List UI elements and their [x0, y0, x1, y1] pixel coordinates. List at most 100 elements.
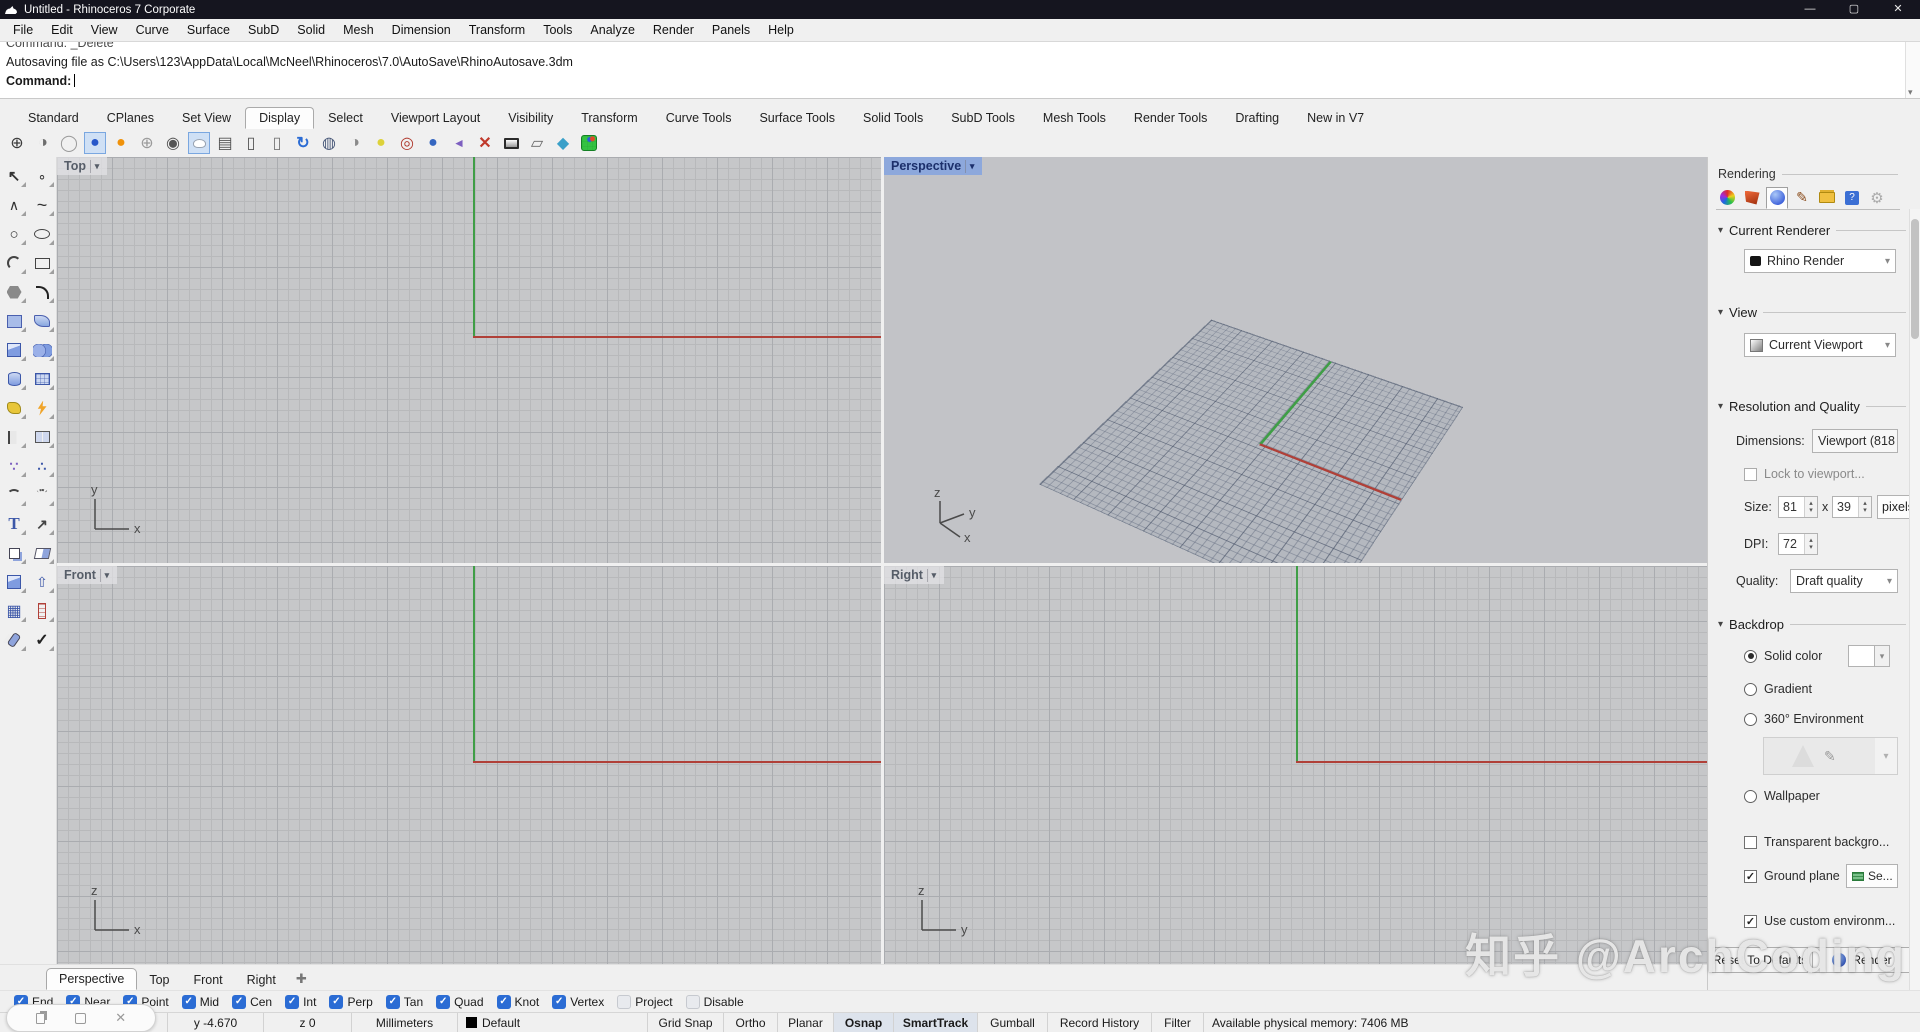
dpi-spinner[interactable]: 72	[1778, 533, 1818, 555]
tab-new-in-v7[interactable]: New in V7	[1293, 107, 1378, 129]
cylinder-icon[interactable]	[2, 368, 26, 390]
toggle-gumball[interactable]: Gumball	[978, 1013, 1048, 1032]
dimensions-dropdown[interactable]: Viewport (818	[1812, 429, 1898, 453]
add-viewport-tab-icon[interactable]: ✚	[288, 968, 315, 990]
explode-icon[interactable]	[2, 397, 26, 419]
polyline-icon[interactable]	[2, 194, 26, 216]
close-button[interactable]: ✕	[1876, 0, 1920, 19]
transparent-background-checkbox[interactable]	[1744, 835, 1757, 849]
viewport-tab-front[interactable]: Front	[181, 970, 234, 990]
surface-grid-icon[interactable]	[30, 368, 54, 390]
environment-360-row[interactable]: 360° Environment	[1744, 712, 1864, 726]
toggle-ortho[interactable]: Ortho	[724, 1013, 778, 1032]
point-cloud-icon[interactable]	[2, 455, 26, 477]
transparent-background-row[interactable]: Transparent backgro...	[1744, 835, 1906, 849]
checkbox-checked-icon[interactable]	[385, 994, 400, 1009]
viewport-tab-top[interactable]: Top	[137, 970, 181, 990]
viewport-right-label[interactable]: Right	[884, 566, 944, 584]
quality-dropdown[interactable]: Draft quality	[1790, 569, 1898, 593]
size-width-spinner[interactable]: 81	[1778, 496, 1818, 518]
wireframe-viewport-icon[interactable]	[6, 132, 28, 154]
menu-subd[interactable]: SubD	[239, 21, 288, 39]
loft-surface-icon[interactable]	[30, 310, 54, 332]
camera-show-icon[interactable]	[448, 132, 470, 154]
ambient-occlusion-icon[interactable]	[370, 132, 392, 154]
menu-surface[interactable]: Surface	[178, 21, 239, 39]
tab-select[interactable]: Select	[314, 107, 377, 129]
copy-icon[interactable]	[2, 542, 26, 564]
ellipse-icon[interactable]	[30, 223, 54, 245]
raytraced-viewport-icon[interactable]	[110, 132, 132, 154]
toggle-smarttrack[interactable]: SmartTrack	[894, 1013, 978, 1032]
viewport-tab-right[interactable]: Right	[235, 970, 288, 990]
monochrome-viewport-icon[interactable]	[344, 132, 366, 154]
osnap-knot[interactable]: Knot	[496, 994, 539, 1009]
environment-preview[interactable]	[1763, 737, 1898, 775]
viewport-right[interactable]: Right z y	[884, 566, 1707, 964]
paint-icon[interactable]	[2, 629, 26, 651]
maximize-icon[interactable]	[74, 1012, 86, 1024]
menu-tools[interactable]: Tools	[534, 21, 581, 39]
wallpaper-radio[interactable]	[1744, 789, 1757, 803]
osnap-tan[interactable]: Tan	[385, 994, 423, 1009]
section-view[interactable]: View	[1718, 305, 1906, 320]
single-point-icon[interactable]	[30, 165, 54, 187]
check-selection-icon[interactable]	[30, 629, 54, 651]
tab-subd-tools[interactable]: SubD Tools	[937, 107, 1029, 129]
trim-icon[interactable]	[2, 426, 26, 448]
close-icon[interactable]	[115, 1009, 126, 1027]
fullscreen-monitor-icon[interactable]	[500, 132, 522, 154]
osnap-mid[interactable]: Mid	[181, 994, 219, 1009]
rectangular-array-icon[interactable]	[2, 600, 26, 622]
checkbox-checked-icon[interactable]	[329, 994, 344, 1009]
minimize-button[interactable]: —	[1788, 0, 1832, 19]
menu-mesh[interactable]: Mesh	[334, 21, 383, 39]
current-renderer-dropdown[interactable]: Rhino Render	[1744, 249, 1896, 273]
shaded-viewport-icon[interactable]	[32, 132, 54, 154]
tab-standard[interactable]: Standard	[14, 107, 93, 129]
osnap-quad[interactable]: Quad	[436, 994, 484, 1009]
checkbox-checked-icon[interactable]	[285, 994, 300, 1009]
panel-scrollbar-thumb[interactable]	[1911, 219, 1919, 339]
checkbox-unchecked-icon[interactable]	[617, 994, 632, 1009]
color-wheel-icon[interactable]	[1716, 187, 1738, 209]
wallpaper-row[interactable]: Wallpaper	[1744, 789, 1820, 803]
boolean-union-icon[interactable]	[2, 571, 26, 593]
status-layer[interactable]: Default	[458, 1013, 648, 1032]
section-backdrop[interactable]: Backdrop	[1718, 617, 1906, 632]
pen-viewport-icon[interactable]	[240, 132, 262, 154]
tab-display[interactable]: Display	[245, 107, 315, 129]
camera-icon[interactable]	[422, 132, 444, 154]
lock-to-viewport-checkbox[interactable]	[1744, 467, 1757, 481]
copy-icon[interactable]	[35, 1012, 45, 1024]
help-icon[interactable]	[1841, 187, 1863, 209]
polygon-icon[interactable]	[2, 281, 26, 303]
swatch-dropdown-arrow-icon[interactable]	[1874, 646, 1889, 666]
solid-color-radio[interactable]	[1744, 649, 1757, 663]
tab-visibility[interactable]: Visibility	[494, 107, 567, 129]
pen-schedule-icon[interactable]	[214, 132, 236, 154]
refresh-shade-icon[interactable]	[292, 132, 314, 154]
menu-transform[interactable]: Transform	[460, 21, 535, 39]
open-folder-icon[interactable]	[1816, 187, 1838, 209]
edit-pencil-icon[interactable]	[1791, 187, 1813, 209]
viewport-menu-arrow-icon[interactable]	[89, 159, 103, 173]
viewport-top[interactable]: Top y x	[57, 157, 881, 563]
status-units[interactable]: Millimeters	[352, 1013, 458, 1032]
tab-mesh-tools[interactable]: Mesh Tools	[1029, 107, 1120, 129]
checkbox-checked-icon[interactable]	[496, 994, 511, 1009]
menu-solid[interactable]: Solid	[288, 21, 334, 39]
command-history[interactable]: Command: _Delete Autosaving file as C:\U…	[0, 41, 1920, 99]
size-height-spinner[interactable]: 39	[1832, 496, 1872, 518]
panel-scrollbar[interactable]	[1909, 209, 1920, 992]
surface-corner-points-icon[interactable]	[2, 310, 26, 332]
toggle-planar[interactable]: Planar	[778, 1013, 834, 1032]
menu-help[interactable]: Help	[759, 21, 803, 39]
environment-360-radio[interactable]	[1744, 712, 1757, 726]
circle-icon[interactable]	[2, 223, 26, 245]
ground-plane-checkbox[interactable]	[1744, 869, 1757, 883]
arctic-viewport-icon[interactable]	[188, 132, 210, 154]
viewport-menu-arrow-icon[interactable]	[926, 568, 940, 582]
tab-curve-tools[interactable]: Curve Tools	[652, 107, 746, 129]
menu-file[interactable]: File	[4, 21, 42, 39]
